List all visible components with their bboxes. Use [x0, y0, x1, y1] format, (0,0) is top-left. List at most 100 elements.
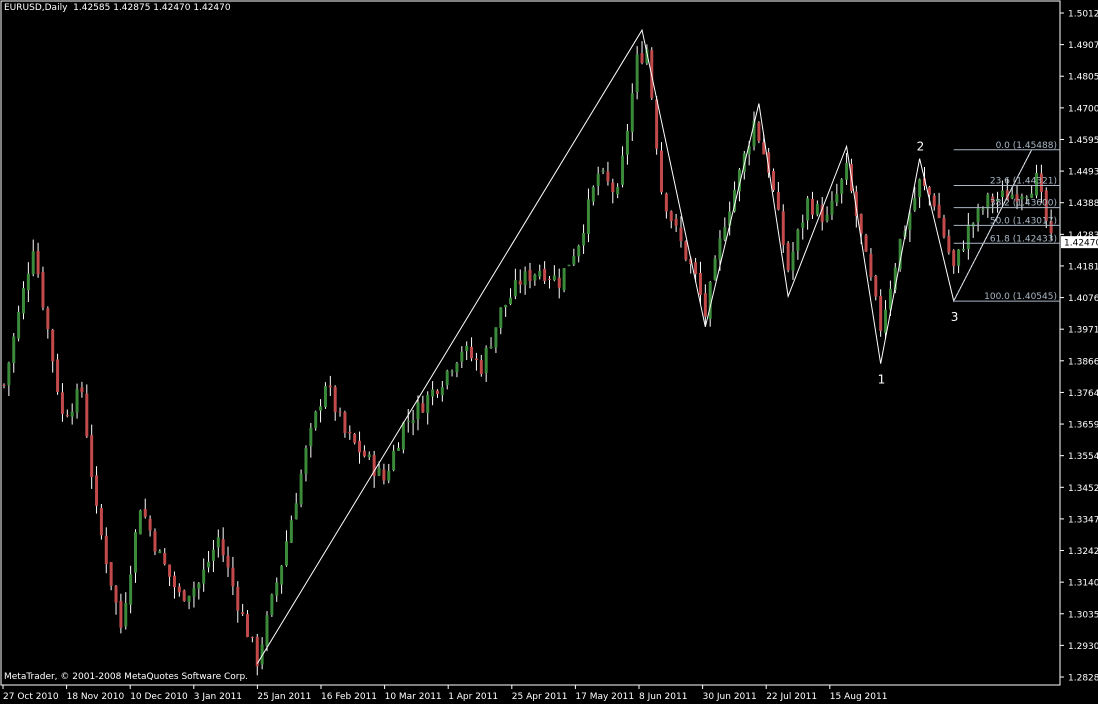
- candle-body: [7, 362, 11, 386]
- candle-body: [465, 345, 469, 352]
- candle-body: [343, 412, 347, 434]
- x-tick-label: 10 Mar 2011: [385, 692, 442, 702]
- y-tick-label: 1.47000: [1068, 104, 1098, 114]
- candle-body: [523, 271, 527, 286]
- candle-body: [2, 384, 6, 386]
- x-tick-label: 8 Jun 2011: [639, 692, 687, 702]
- candle-body: [884, 309, 888, 333]
- price-chart[interactable]: 1.50120 1.49070 1.48050 1.47000 1.45950 1.449…: [0, 0, 1098, 704]
- candle-body: [289, 520, 293, 543]
- x-tick-label: 25 Apr 2011: [512, 692, 568, 702]
- candle-body: [586, 199, 590, 234]
- candle-body: [163, 553, 167, 565]
- candle-body: [479, 360, 483, 374]
- candle-body: [679, 227, 683, 242]
- candle-body: [772, 171, 776, 191]
- candle-body: [124, 603, 128, 627]
- y-tick-label: 1.49070: [1068, 41, 1098, 51]
- candle-body: [309, 427, 313, 447]
- candle-body: [99, 507, 103, 536]
- x-tick-label: 25 Jan 2011: [257, 692, 311, 702]
- candle-body: [231, 567, 235, 587]
- y-tick-label: 1.39710: [1068, 326, 1098, 336]
- candle-body: [75, 388, 79, 413]
- candle-body: [674, 218, 678, 226]
- candle-body: [51, 329, 55, 362]
- candle-body: [143, 509, 147, 517]
- candle-body: [621, 155, 625, 185]
- candle-body: [387, 470, 391, 481]
- candle-body: [182, 590, 186, 601]
- y-tick-label: 1.48050: [1068, 73, 1098, 83]
- candle-body: [114, 586, 118, 603]
- candle-body: [1030, 193, 1034, 198]
- candle-body: [504, 305, 508, 308]
- candle-body: [435, 390, 439, 395]
- candle-body: [431, 389, 435, 397]
- fibo-level-label: 38.2 (1.43600): [990, 199, 1057, 209]
- candle-body: [41, 272, 45, 308]
- candle-body: [382, 469, 386, 481]
- y-tick-label: 1.41810: [1068, 262, 1098, 272]
- candle-body: [557, 277, 561, 288]
- candle-body: [202, 569, 206, 584]
- candle-body: [499, 307, 503, 329]
- candle-body: [635, 54, 639, 93]
- y-tick-label: 1.35540: [1068, 452, 1098, 462]
- candle-body: [104, 535, 108, 565]
- candle-body: [95, 475, 99, 506]
- candle-body: [401, 422, 405, 450]
- wave-point-label: 3: [951, 310, 959, 324]
- candle-body: [528, 269, 532, 281]
- candle-body: [90, 435, 94, 478]
- candle-body: [134, 532, 137, 573]
- candle-body: [567, 264, 571, 266]
- fibo-level-label: 100.0 (1.40545): [984, 292, 1057, 302]
- candle-body: [845, 163, 849, 180]
- candle-body: [601, 170, 605, 173]
- y-tick-label: 1.32420: [1068, 547, 1098, 557]
- candle-body: [810, 198, 814, 215]
- symbol-label: EURUSD,Daily: [4, 3, 68, 13]
- candle-body: [655, 99, 659, 149]
- candle-body: [606, 171, 610, 182]
- candle-body: [323, 386, 327, 408]
- candle-body: [377, 468, 381, 476]
- wave-point-label: 2: [917, 140, 925, 154]
- candle-body: [640, 53, 644, 63]
- candle-body: [869, 253, 873, 278]
- candle-body: [406, 420, 410, 422]
- x-tick-label: 30 Jun 2011: [703, 692, 757, 702]
- candle-body: [411, 420, 415, 424]
- x-tick-label: 15 Aug 2011: [830, 692, 888, 702]
- candle-body: [392, 450, 396, 471]
- candle-body: [552, 275, 556, 281]
- candle-body: [294, 503, 298, 520]
- candle-body: [211, 549, 215, 561]
- y-tick-label: 1.44930: [1068, 168, 1098, 178]
- fibo-level-label: 23.6 (1.44321): [990, 177, 1057, 187]
- candle-body: [786, 243, 790, 271]
- candle-body: [1000, 190, 1004, 198]
- y-tick-label: 1.31400: [1068, 579, 1098, 589]
- candle-body: [187, 595, 191, 602]
- candle-body: [138, 510, 142, 535]
- candle-body: [207, 561, 211, 568]
- plot-frame: [0, 0, 1061, 686]
- candle-body: [484, 347, 488, 374]
- candle-body: [460, 351, 464, 362]
- candle-body: [533, 274, 537, 281]
- x-tick-label: 1 Apr 2011: [448, 692, 498, 702]
- candle-body: [60, 392, 64, 414]
- x-tick-label: 22 Jul 2011: [766, 692, 817, 702]
- x-tick-label: 18 Nov 2010: [67, 692, 125, 702]
- candle-body: [781, 211, 785, 246]
- candle-body: [942, 217, 946, 237]
- candle-body: [684, 241, 688, 260]
- candle-body: [421, 403, 425, 413]
- candle-body: [806, 198, 810, 221]
- y-tick-label: 1.38660: [1068, 357, 1098, 367]
- candle-body: [109, 562, 113, 586]
- candle-body: [660, 150, 663, 193]
- candle-body: [840, 179, 844, 194]
